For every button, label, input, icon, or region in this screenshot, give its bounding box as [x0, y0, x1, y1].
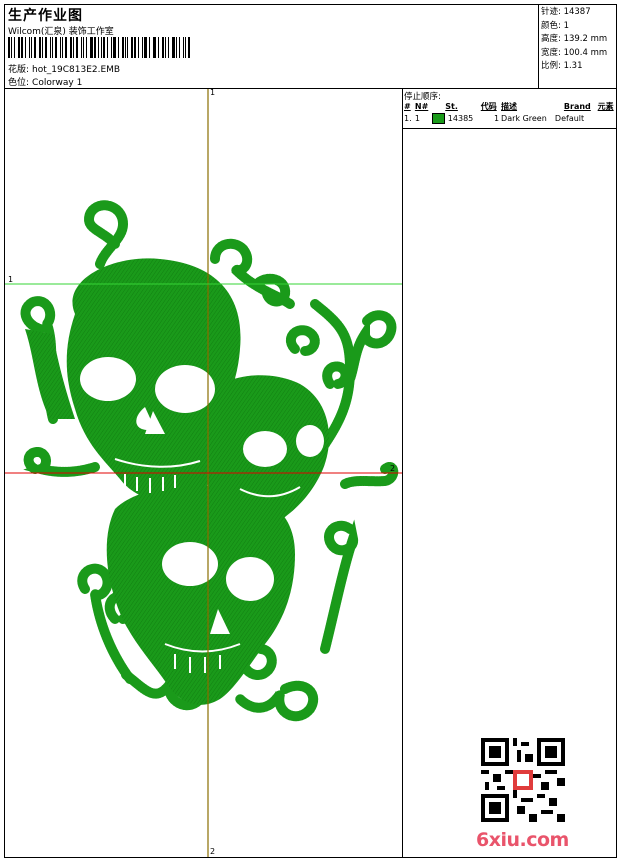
design-file-name: hot_19C813E2.EMB — [32, 65, 121, 75]
col-description: 描述 — [501, 102, 518, 111]
axis-label-v-bottom: 2 — [210, 847, 216, 856]
barcode-bar — [121, 37, 124, 58]
barcode-bar — [73, 37, 75, 58]
row-element — [597, 112, 617, 125]
design-file-label: 花版: — [8, 65, 30, 75]
colorway-label: 色位: — [8, 78, 30, 88]
col-element: 元素 — [597, 102, 614, 111]
barcode-bar — [107, 37, 109, 58]
barcode-bar — [69, 37, 73, 58]
barcode-bar — [158, 37, 160, 58]
barcode-bar — [52, 37, 54, 58]
stop-sequence-table: # N# St. 代码 描述 Brand 元素 1. 1 14385 1 Dar… — [403, 101, 617, 125]
panel-divider — [402, 88, 403, 858]
embroidery-design-preview — [5, 89, 402, 857]
table-divider — [402, 128, 617, 129]
barcode-bar — [64, 37, 67, 58]
barcode-bar — [97, 37, 99, 58]
row-brand: Default — [554, 114, 585, 123]
barcode-bar — [8, 37, 10, 58]
barcode-bar — [117, 37, 119, 58]
page-title: 生产作业图 — [8, 8, 83, 24]
barcode-bar — [93, 37, 96, 58]
barcode-bar — [138, 37, 139, 58]
axis-label-green: 1 — [8, 275, 14, 284]
barcode-bar — [41, 37, 43, 58]
barcode-bar — [113, 37, 116, 58]
barcode-bar — [38, 37, 41, 58]
barcode-bar — [165, 37, 166, 58]
barcode-bar — [25, 37, 27, 58]
barcode-bar — [81, 37, 83, 58]
colorway-name: Colorway 1 — [32, 78, 83, 88]
barcode-bar — [178, 37, 181, 58]
barcode-bar — [89, 37, 93, 58]
stats-divider — [538, 4, 539, 88]
row-needle: 1 — [414, 114, 420, 123]
axis-label-red: 2 — [390, 464, 396, 473]
row-description: Dark Green — [501, 114, 547, 123]
barcode-bar — [103, 37, 106, 58]
row-code: 1 — [493, 114, 500, 123]
barcode-bar — [162, 37, 165, 58]
design-stats: 针迹: 14387 颜色: 1 高度: 139.2 mm 宽度: 100.4 m… — [541, 6, 607, 74]
barcode-bar — [44, 37, 48, 58]
studio-name: Wilcom(汇泉) 装饰工作室 — [8, 27, 114, 37]
barcode-bar — [111, 37, 113, 58]
watermark-logo: 6xiu.com — [476, 829, 569, 851]
color-count: 颜色: 1 — [541, 20, 569, 31]
barcode-bar — [34, 37, 36, 58]
barcode-bar — [60, 37, 61, 58]
barcode-bar — [127, 37, 129, 58]
barcode-bar — [167, 37, 169, 58]
axis-label-v-top: 1 — [210, 88, 216, 97]
barcode-bar — [17, 37, 20, 58]
barcode-bar — [183, 37, 185, 58]
table-row: 1. 1 14385 1 Dark Green Default — [403, 112, 617, 125]
design-width: 宽度: 100.4 mm — [541, 47, 608, 58]
barcode-bar — [188, 37, 191, 58]
col-stitches: St. — [445, 102, 458, 111]
barcode-bar — [134, 37, 137, 58]
barcode-bar — [141, 37, 143, 58]
barcode-bar — [13, 37, 15, 58]
table-header-row: # N# St. 代码 描述 Brand 元素 — [403, 101, 617, 112]
barcode-bar — [61, 37, 63, 58]
col-needle: N# — [414, 102, 429, 111]
barcode-bar — [83, 37, 85, 58]
barcode-bar — [171, 37, 175, 58]
barcode-bar — [143, 37, 147, 58]
design-file-row: 花版: hot_19C813E2.EMB — [8, 62, 120, 75]
stitch-count: 针迹: 14387 — [541, 7, 591, 17]
barcode-bar — [148, 37, 150, 58]
design-height: 高度: 139.2 mm — [541, 34, 608, 44]
skull-embroidery-art — [20, 200, 399, 722]
row-stitch-count: 14385 — [447, 114, 474, 123]
thread-color-swatch — [432, 113, 446, 124]
barcode-bar — [50, 37, 52, 58]
barcode-bar — [10, 37, 12, 58]
barcode-bar — [124, 37, 126, 58]
col-code: 代码 — [480, 102, 497, 111]
row-index: 1. — [404, 114, 412, 123]
barcode-bar — [101, 37, 103, 58]
barcode-bar — [175, 37, 177, 58]
barcode-bar — [55, 37, 58, 58]
barcode-bar — [31, 37, 33, 58]
design-scale: 比例: 1.31 — [541, 61, 583, 71]
barcode-bar — [154, 37, 157, 58]
barcode — [8, 37, 193, 58]
barcode-bar — [20, 37, 24, 58]
col-brand: Brand — [563, 102, 591, 111]
colorway-row: 色位: Colorway 1 — [8, 75, 82, 88]
barcode-bar — [185, 37, 187, 58]
col-index: # — [404, 102, 411, 111]
qr-code — [481, 738, 565, 822]
row-stitches: 14385 — [431, 112, 480, 125]
barcode-bar — [29, 37, 31, 58]
barcode-bar — [86, 37, 87, 58]
barcode-bar — [131, 37, 134, 58]
barcode-bar — [152, 37, 154, 58]
barcode-bar — [76, 37, 79, 58]
